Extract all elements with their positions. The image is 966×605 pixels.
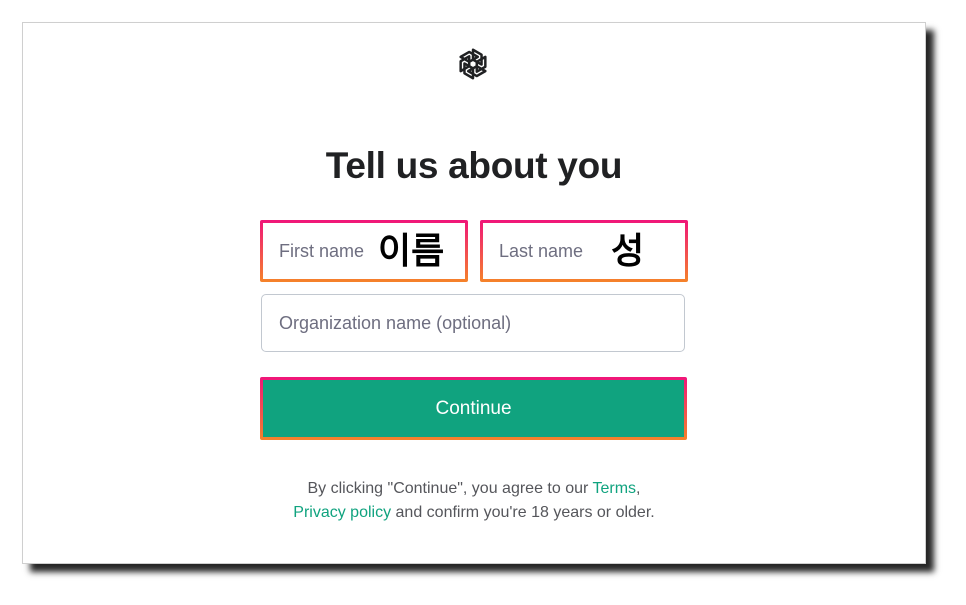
legal-suffix-text: and confirm you're 18 years or older. (391, 504, 655, 521)
organization-input[interactable] (262, 295, 684, 351)
first-name-input[interactable] (263, 223, 465, 279)
last-name-input[interactable] (483, 223, 685, 279)
legal-notice: By clicking "Continue", you agree to our… (23, 477, 925, 525)
privacy-policy-link[interactable]: Privacy policy (293, 504, 391, 521)
last-name-field[interactable]: 성 (480, 220, 688, 282)
terms-link[interactable]: Terms (592, 480, 636, 497)
legal-prefix-text: By clicking "Continue", you agree to our (307, 480, 593, 497)
signup-window: Tell us about you 이름 성 Continue By click… (22, 22, 926, 564)
continue-button[interactable]: Continue (260, 377, 687, 440)
organization-field[interactable] (261, 294, 685, 352)
first-name-field[interactable]: 이름 (260, 220, 468, 282)
legal-comma: , (636, 480, 641, 497)
page-title: Tell us about you (325, 145, 623, 186)
openai-logo-icon (459, 48, 487, 80)
